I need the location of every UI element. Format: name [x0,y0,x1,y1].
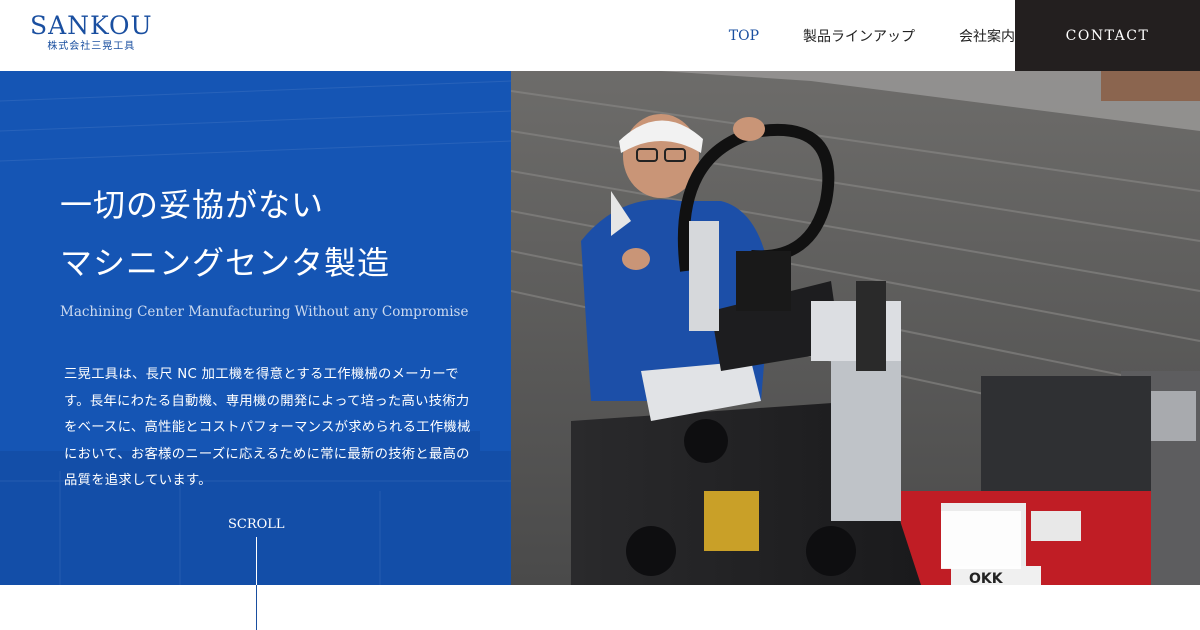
scroll-line [256,585,257,630]
contact-button[interactable]: CONTACT [1015,0,1200,71]
scroll-line-upper [256,537,257,585]
hero-panel-texture [0,80,511,585]
logo-wordmark: SANKOU [30,11,153,40]
hero-tagline: Machining Center Manufacturing Without a… [60,304,469,320]
site-header: SANKOU 株式会社三晃工具 TOP 製品ラインアップ 会社案内 CONTAC… [0,0,1200,71]
nav-company-info[interactable]: 会社案内 [959,26,1015,46]
hero-headline: 一切の妥協がない マシニングセンタ製造 [60,176,390,292]
logo-company-name: 株式会社三晃工具 [47,41,136,52]
nav-product-lineup[interactable]: 製品ラインアップ [803,26,915,46]
hero-description: 三晃工具は、長尺 NC 加工機を得意とする工作機械のメーカーです。長年にわたる自… [64,367,471,488]
nav-top[interactable]: TOP [729,28,759,44]
hero-text-panel: 一切の妥協がない マシニングセンタ製造 Machining Center Man… [0,71,511,585]
hero-photo: OKK [511,71,1200,585]
factory-worker-illustration: OKK [511,71,1200,585]
hero-headline-line-2: マシニングセンタ製造 [60,244,391,282]
main-nav: TOP 製品ラインアップ 会社案内 [685,0,1015,71]
hero-section: 一切の妥協がない マシニングセンタ製造 Machining Center Man… [0,71,1200,585]
scroll-indicator-label[interactable]: SCROLL [228,517,285,532]
okk-sign: OKK [969,571,1004,585]
logo[interactable]: SANKOU 株式会社三晃工具 [30,12,153,53]
hero-headline-line-1: 一切の妥協がない [60,186,325,224]
